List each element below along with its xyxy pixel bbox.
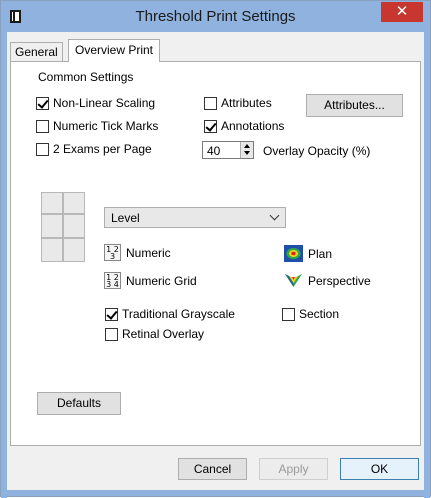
section-checkbox[interactable]	[282, 307, 295, 321]
section-label: Section	[299, 307, 340, 321]
numeric-tick-marks-label: Numeric Tick Marks	[53, 119, 159, 133]
attributes-button[interactable]: Attributes...	[306, 94, 403, 117]
stepper-up-icon[interactable]	[244, 144, 250, 148]
ok-button[interactable]: OK	[340, 458, 419, 480]
numeric-grid-icon[interactable]: 1 2 3 4	[104, 272, 121, 289]
window-frame-right	[424, 32, 430, 498]
attributes-checkbox[interactable]	[204, 96, 217, 110]
layout-cell[interactable]	[41, 192, 63, 214]
retinal-overlay-checkbox[interactable]	[105, 327, 118, 341]
traditional-grayscale-checkbox[interactable]	[105, 307, 118, 321]
layout-cell[interactable]	[63, 238, 85, 262]
chevron-down-icon	[269, 210, 280, 221]
numeric-option[interactable]: 1 2 3 Numeric	[104, 244, 171, 261]
numeric-grid-label: Numeric Grid	[126, 273, 197, 288]
annotations-option[interactable]: Annotations	[204, 119, 284, 133]
overlay-opacity-value[interactable]: 40	[207, 144, 220, 158]
annotations-checkbox[interactable]	[204, 119, 217, 133]
plan-icon[interactable]	[284, 245, 303, 262]
two-exams-per-page-checkbox[interactable]	[36, 142, 49, 156]
numeric-tick-marks-checkbox[interactable]	[36, 119, 49, 133]
numeric-icon-bottom: 3	[109, 252, 116, 261]
tab-overview-print[interactable]: Overview Print	[68, 39, 161, 62]
non-linear-scaling-checkbox[interactable]	[36, 96, 49, 110]
retinal-overlay-label: Retinal Overlay	[122, 327, 205, 341]
window-frame-left	[1, 32, 7, 498]
print-settings-window: Threshold Print Settings ✕ General Overv…	[0, 0, 431, 498]
page-layout-grid[interactable]	[41, 192, 85, 262]
numeric-icon[interactable]: 1 2 3	[104, 244, 121, 261]
annotations-label: Annotations	[221, 119, 285, 133]
apply-button[interactable]: Apply	[259, 458, 328, 480]
numeric-grid-icon-bottom: 3 4	[106, 280, 119, 289]
overlay-opacity-stepper[interactable]: 40	[202, 141, 254, 159]
two-exams-per-page-option[interactable]: 2 Exams per Page	[36, 142, 152, 156]
traditional-grayscale-option[interactable]: Traditional Grayscale	[105, 307, 235, 321]
layout-cell[interactable]	[63, 192, 85, 214]
display-type-select[interactable]: Level	[104, 207, 286, 228]
numeric-grid-option[interactable]: 1 2 3 4 Numeric Grid	[104, 272, 197, 289]
numeric-tick-marks-option[interactable]: Numeric Tick Marks	[36, 119, 158, 133]
tab-general[interactable]: General	[10, 42, 63, 61]
layout-cell[interactable]	[63, 214, 85, 238]
perspective-label: Perspective	[308, 273, 371, 288]
attributes-label: Attributes	[221, 96, 272, 110]
perspective-icon[interactable]	[284, 272, 303, 289]
plan-option[interactable]: Plan	[284, 245, 332, 262]
display-type-value: Level	[111, 211, 140, 225]
attributes-option[interactable]: Attributes	[204, 96, 272, 110]
common-settings-label: Common Settings	[35, 70, 137, 84]
non-linear-scaling-label: Non-Linear Scaling	[53, 96, 156, 110]
perspective-option[interactable]: Perspective	[284, 272, 371, 289]
window-title: Threshold Print Settings	[135, 8, 296, 25]
overlay-opacity-label: Overlay Opacity (%)	[263, 144, 371, 158]
non-linear-scaling-option[interactable]: Non-Linear Scaling	[36, 96, 155, 110]
defaults-button[interactable]: Defaults	[37, 392, 121, 415]
retinal-overlay-option[interactable]: Retinal Overlay	[105, 327, 204, 341]
layout-cell[interactable]	[41, 214, 63, 238]
stepper-arrows[interactable]	[240, 142, 253, 158]
window-frame-bottom	[1, 490, 430, 496]
title-bar: Threshold Print Settings ✕	[1, 1, 430, 32]
stepper-down-icon[interactable]	[244, 151, 250, 155]
two-exams-per-page-label: 2 Exams per Page	[53, 142, 152, 156]
layout-cell[interactable]	[41, 238, 63, 262]
traditional-grayscale-label: Traditional Grayscale	[122, 307, 235, 321]
close-button[interactable]: ✕	[381, 2, 423, 22]
plan-label: Plan	[308, 246, 333, 261]
cancel-button[interactable]: Cancel	[178, 458, 247, 480]
numeric-label: Numeric	[126, 245, 171, 260]
section-option[interactable]: Section	[282, 307, 339, 321]
